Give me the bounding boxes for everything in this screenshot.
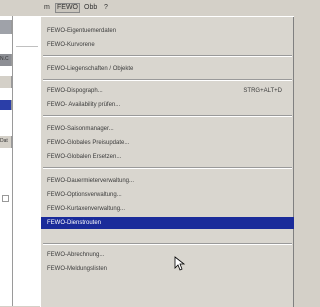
menu-item-label: FEWO-Kurvorene <box>47 42 95 48</box>
menu-item-label: FEWO-Liegenschaften / Objekte <box>47 66 134 72</box>
menu-item-label: FEWO-Saisonmanager... <box>47 126 114 132</box>
menu-item-kurvorene[interactable]: FEWO-Kurvorene <box>41 39 294 51</box>
menu-item-label: FEWO-Optionsverwaltung... <box>47 192 122 198</box>
fewo-dropdown-menu: FEWO-Eigentuemerdaten FEWO-Kurvorene FEW… <box>40 16 294 307</box>
menu-item-label: FEWO-Dienstrouten <box>47 220 102 226</box>
menu-separator <box>43 55 292 57</box>
menu-item-optionsverwaltung[interactable]: FEWO-Optionsverwaltung... <box>41 189 294 201</box>
menu-fewo[interactable]: FEWO <box>55 3 80 13</box>
toolbar-block[interactable] <box>0 20 12 34</box>
tree-expander-icon[interactable] <box>2 195 9 202</box>
menu-item-shortcut: STRG+ALT+D <box>243 88 282 94</box>
panel-label: Dat <box>0 138 8 144</box>
selected-block[interactable] <box>0 100 12 110</box>
menu-item-dienstrouten[interactable]: FEWO-Dienstrouten <box>41 217 294 229</box>
menu-item-kurtaxenverwaltung[interactable]: FEWO-Kurtaxenverwaltung... <box>41 203 294 215</box>
menu-item-label: FEWO-Dauermieterverwaltung... <box>47 178 135 184</box>
menu-item-partial[interactable]: m <box>44 4 50 12</box>
menubar: m FEWO Obb ? <box>44 0 293 16</box>
menu-separator <box>43 115 292 117</box>
menu-help[interactable]: ? <box>104 4 108 12</box>
menu-item-preisupdate[interactable]: FEWO-Globales Preisupdate... <box>41 137 294 149</box>
toolbar-block[interactable]: N.C <box>0 54 12 66</box>
toolbar-block[interactable]: Dat <box>0 136 12 148</box>
menu-item-abrechnung[interactable]: FEWO-Abrechnung... <box>41 249 294 261</box>
toolbar-block[interactable] <box>0 76 12 88</box>
menu-item-label: FEWO-Eigentuemerdaten <box>47 28 117 34</box>
panel-separator <box>16 46 38 47</box>
menu-separator <box>43 167 292 169</box>
menu-item-label: FEWO- Availability prüfen... <box>47 102 121 108</box>
menu-obb[interactable]: Obb <box>84 4 97 12</box>
menu-separator <box>43 79 292 81</box>
panel-label: N.C <box>0 56 9 62</box>
menu-item-liegenschaften[interactable]: FEWO-Liegenschaften / Objekte <box>41 63 294 75</box>
menu-item-saisonmanager[interactable]: FEWO-Saisonmanager... <box>41 123 294 135</box>
menu-item-dauermieterverwaltung[interactable]: FEWO-Dauermieterverwaltung... <box>41 175 294 187</box>
menu-item-label: FEWO-Meldungslisten <box>47 266 108 272</box>
menu-separator <box>43 243 292 245</box>
background-menubar <box>0 0 44 16</box>
menu-item-eigentuemerdaten[interactable]: FEWO-Eigentuemerdaten <box>41 25 294 37</box>
menu-item-label: FEWO-Dispograph... <box>47 88 103 94</box>
background-app-panel: N.C Dat <box>0 0 44 306</box>
menu-item-label: FEWO-Globales Preisupdate... <box>47 140 130 146</box>
menu-item-dispograph[interactable]: FEWO-Dispograph... STRG+ALT+D <box>41 85 294 97</box>
menu-item-ersetzen[interactable]: FEWO-Globalen Ersetzen... <box>41 151 294 163</box>
panel-divider <box>12 16 13 306</box>
mouse-pointer-icon <box>174 256 186 271</box>
menu-item-label: FEWO-Kurtaxenverwaltung... <box>47 206 126 212</box>
menu-item-label: FEWO-Abrechnung... <box>47 252 105 258</box>
menu-item-label: FEWO-Globalen Ersetzen... <box>47 154 122 160</box>
menu-item-meldungslisten[interactable]: FEWO-Meldungslisten <box>41 263 294 275</box>
menu-item-availability[interactable]: FEWO- Availability prüfen... <box>41 99 294 111</box>
